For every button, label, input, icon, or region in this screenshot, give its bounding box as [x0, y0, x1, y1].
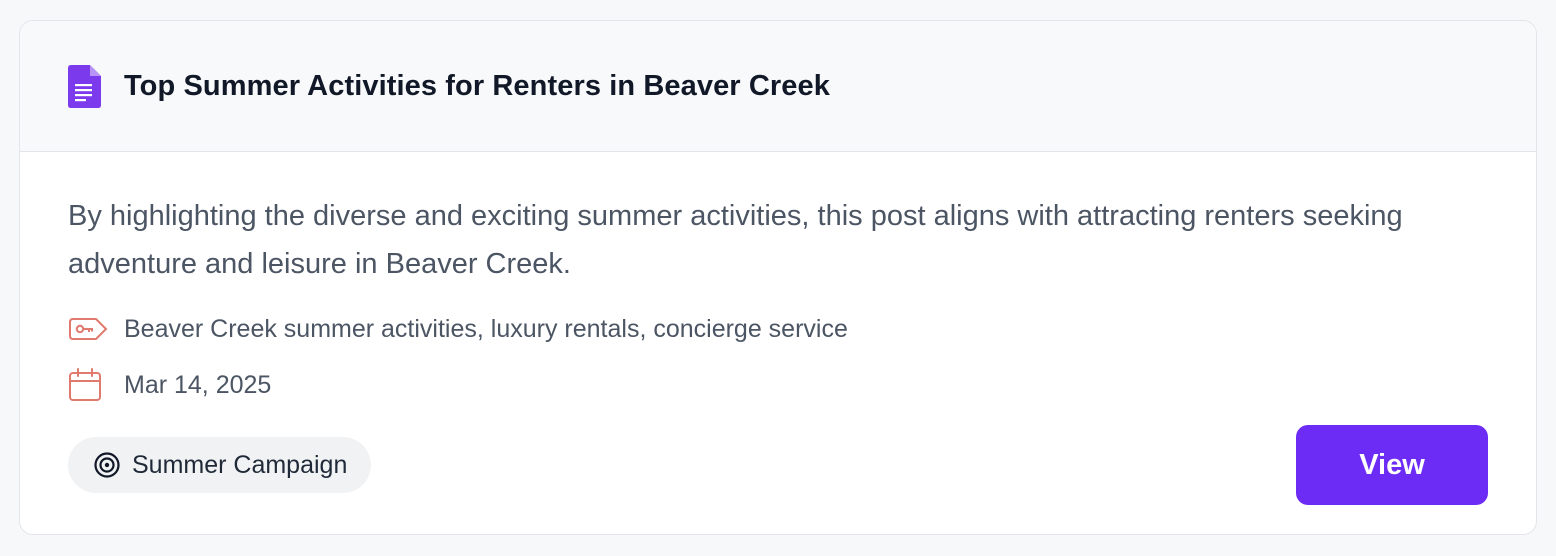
target-icon [94, 452, 120, 478]
document-icon [68, 64, 101, 108]
card-body: By highlighting the diverse and exciting… [20, 192, 1536, 402]
keywords-row: Beaver Creek summer activities, luxury r… [68, 312, 1488, 346]
calendar-icon [68, 368, 108, 402]
date-text: Mar 14, 2025 [124, 370, 272, 399]
date-row: Mar 14, 2025 [68, 368, 1488, 402]
keywords-text: Beaver Creek summer activities, luxury r… [124, 314, 848, 343]
campaign-tag[interactable]: Summer Campaign [68, 437, 372, 493]
card-header: Top Summer Activities for Renters in Bea… [20, 21, 1536, 152]
card-description: By highlighting the diverse and exciting… [68, 200, 1403, 280]
tag-key-icon [68, 312, 108, 346]
card-title: Top Summer Activities for Renters in Bea… [124, 69, 830, 102]
content-card: Top Summer Activities for Renters in Bea… [19, 20, 1537, 535]
campaign-label: Summer Campaign [132, 450, 348, 479]
view-button[interactable]: View [1296, 425, 1488, 505]
card-footer: Summer Campaign View [68, 425, 1488, 505]
